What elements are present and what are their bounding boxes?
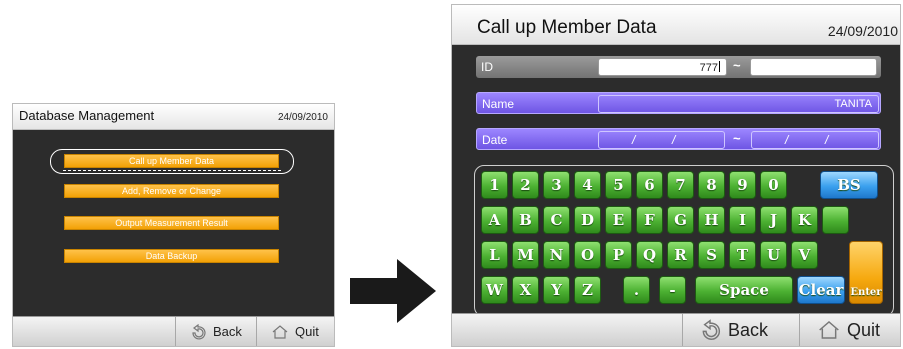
key-d[interactable]: D: [574, 206, 601, 234]
space-key[interactable]: Space: [695, 276, 793, 304]
date-separator: /: [785, 133, 789, 147]
key-5[interactable]: 5: [605, 171, 632, 199]
key-4[interactable]: 4: [574, 171, 601, 199]
title-bar: Call up Member Data 24/09/2010: [452, 5, 900, 45]
key-w[interactable]: W: [481, 276, 508, 304]
key-q[interactable]: Q: [636, 241, 663, 269]
date-to-input[interactable]: / /: [751, 131, 879, 149]
key-7[interactable]: 7: [667, 171, 694, 199]
key-l[interactable]: L: [481, 241, 508, 269]
back-button[interactable]: Back: [189, 317, 242, 346]
bottom-bar: Back Quit: [13, 316, 334, 346]
key-m[interactable]: M: [512, 241, 539, 269]
date-range-separator: ~: [733, 131, 741, 146]
key-g[interactable]: G: [667, 206, 694, 234]
key-e[interactable]: E: [605, 206, 632, 234]
back-button[interactable]: Back: [698, 314, 768, 346]
call-up-member-data-button[interactable]: Call up Member Data: [64, 154, 279, 168]
back-arrow-icon: [192, 323, 206, 340]
home-icon: [819, 321, 839, 339]
key-3[interactable]: 3: [543, 171, 570, 199]
key-k[interactable]: K: [791, 206, 818, 234]
id-from-input[interactable]: 777: [598, 58, 727, 76]
key-a[interactable]: A: [481, 206, 508, 234]
selection-dashed-line: [63, 170, 281, 171]
add-remove-change-button[interactable]: Add, Remove or Change: [64, 184, 279, 198]
quit-button[interactable]: Quit: [271, 317, 319, 346]
data-backup-button[interactable]: Data Backup: [64, 249, 279, 263]
key-i[interactable]: I: [729, 206, 756, 234]
clear-key[interactable]: Clear: [797, 276, 845, 304]
key-8[interactable]: 8: [698, 171, 725, 199]
name-label: Name: [482, 97, 515, 111]
name-value: TANITA: [834, 98, 872, 110]
quit-button[interactable]: Quit: [817, 314, 880, 346]
enter-key[interactable]: Enter: [849, 241, 883, 304]
key-h[interactable]: H: [698, 206, 725, 234]
screen-title: Call up Member Data: [477, 17, 657, 38]
id-label: ID: [481, 60, 493, 74]
output-measurement-result-button[interactable]: Output Measurement Result: [64, 216, 279, 230]
key-1[interactable]: 1: [481, 171, 508, 199]
key-p[interactable]: P: [605, 241, 632, 269]
key-n[interactable]: N: [543, 241, 570, 269]
name-input[interactable]: TANITA: [598, 95, 879, 113]
title-bar: Database Management 24/09/2010: [13, 104, 334, 130]
key-period[interactable]: .: [623, 276, 650, 304]
back-arrow-icon: [702, 319, 721, 340]
id-range-separator: ~: [733, 58, 741, 73]
quit-label: Quit: [847, 319, 881, 340]
screen-title: Database Management: [19, 108, 155, 123]
screen-date: 24/09/2010: [277, 112, 328, 123]
key-2[interactable]: 2: [512, 171, 539, 199]
date-from-input[interactable]: / /: [598, 131, 725, 149]
home-icon: [272, 324, 288, 339]
key-j[interactable]: J: [760, 206, 787, 234]
backspace-key[interactable]: BS: [820, 171, 878, 199]
key-y[interactable]: Y: [543, 276, 570, 304]
key-f[interactable]: F: [636, 206, 663, 234]
key-x[interactable]: X: [512, 276, 539, 304]
quit-label: Quit: [295, 324, 319, 339]
database-management-screen: Database Management 24/09/2010 Call up M…: [12, 103, 335, 347]
key-hyphen[interactable]: -: [659, 276, 686, 304]
key-b[interactable]: B: [512, 206, 539, 234]
id-to-input[interactable]: [750, 58, 877, 76]
date-label: Date: [482, 133, 508, 147]
on-screen-keyboard: 1 2 3 4 5 6 7 8 9 0 BS A B C D E F G H I…: [474, 165, 894, 317]
key-s[interactable]: S: [698, 241, 725, 269]
screen-date: 24/09/2010: [827, 23, 898, 39]
divider: [682, 314, 683, 346]
date-separator: /: [825, 133, 829, 147]
id-from-value: 777: [699, 62, 718, 74]
date-separator: /: [632, 133, 636, 147]
key-v[interactable]: V: [791, 241, 818, 269]
key-9[interactable]: 9: [729, 171, 756, 199]
key-c[interactable]: C: [543, 206, 570, 234]
text-cursor: [719, 61, 720, 72]
right-arrow-icon: [350, 259, 436, 323]
key-6[interactable]: 6: [636, 171, 663, 199]
key-r[interactable]: R: [667, 241, 694, 269]
divider: [799, 314, 800, 346]
bottom-bar: Back Quit: [452, 313, 900, 346]
key-u[interactable]: U: [760, 241, 787, 269]
key-z[interactable]: Z: [574, 276, 601, 304]
name-row: Name TANITA: [476, 92, 881, 114]
divider: [256, 317, 257, 346]
key-o[interactable]: O: [574, 241, 601, 269]
blank-key[interactable]: [822, 206, 849, 234]
back-label: Back: [213, 324, 242, 339]
back-label: Back: [728, 319, 769, 340]
key-t[interactable]: T: [729, 241, 756, 269]
key-0[interactable]: 0: [760, 171, 787, 199]
divider: [175, 317, 176, 346]
id-row: ID 777 ~: [476, 56, 881, 78]
date-separator: /: [672, 133, 676, 147]
call-up-member-data-screen: Call up Member Data 24/09/2010 ID 777 ~ …: [451, 4, 901, 347]
date-row: Date / / ~ / /: [476, 128, 881, 150]
